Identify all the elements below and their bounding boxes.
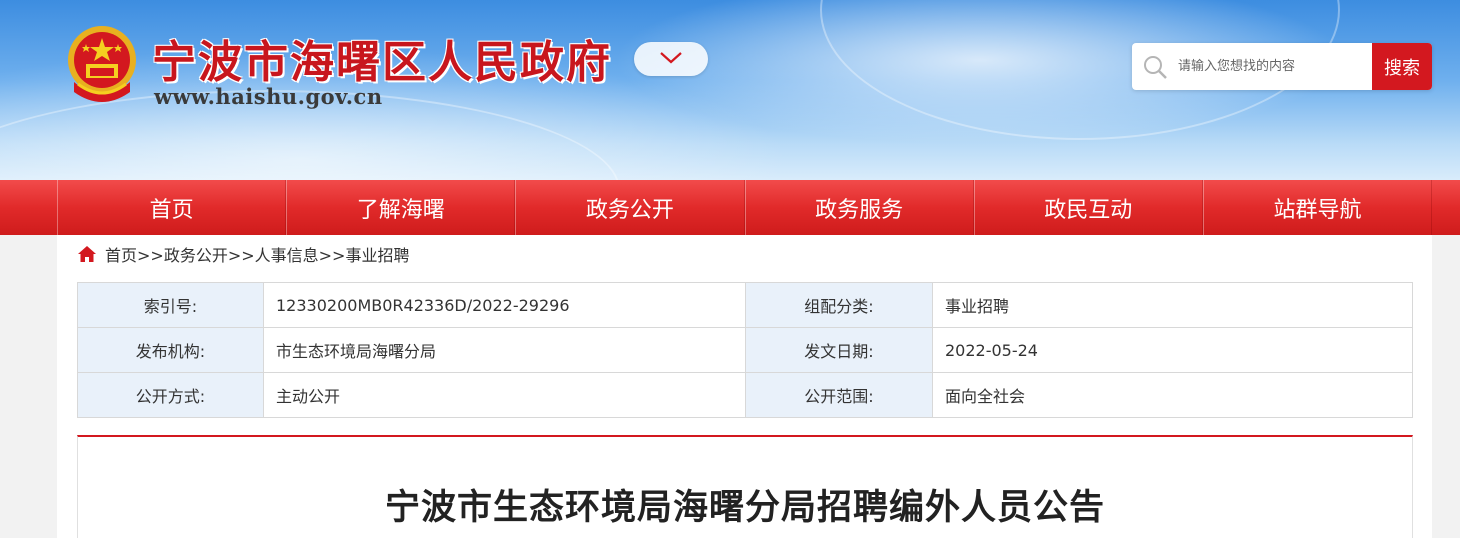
header-banner: 宁波市海曙区人民政府 www.haishu.gov.cn 搜索 — [0, 0, 1460, 180]
table-row: 索引号: 12330200MB0R42336D/2022-29296 组配分类:… — [77, 282, 1413, 328]
table-row: 公开方式: 主动公开 公开范围: 面向全社会 — [77, 372, 1413, 418]
info-label: 公开范围: — [745, 372, 933, 418]
content-panel: 首页>>政务公开>>人事信息>>事业招聘 索引号: 12330200MB0R42… — [57, 235, 1432, 538]
national-emblem-icon[interactable] — [64, 22, 140, 106]
info-value: 主动公开 — [263, 372, 746, 418]
main-nav: 首页 了解海曙 政务公开 政务服务 政民互动 站群导航 — [0, 180, 1460, 235]
info-label: 公开方式: — [77, 372, 264, 418]
nav-item-about[interactable]: 了解海曙 — [286, 180, 516, 235]
info-label: 发文日期: — [745, 327, 933, 373]
nav-item-gov-affairs[interactable]: 政务公开 — [515, 180, 745, 235]
search-icon — [1132, 43, 1178, 90]
info-label: 发布机构: — [77, 327, 264, 373]
search-input[interactable] — [1178, 43, 1372, 90]
info-table: 索引号: 12330200MB0R42336D/2022-29296 组配分类:… — [77, 282, 1413, 418]
site-dropdown-button[interactable] — [634, 42, 708, 76]
home-icon[interactable] — [77, 245, 97, 263]
nav-item-interaction[interactable]: 政民互动 — [973, 180, 1203, 235]
nav-item-gov-services[interactable]: 政务服务 — [744, 180, 974, 235]
nav-item-home[interactable]: 首页 — [57, 180, 287, 235]
site-title[interactable]: 宁波市海曙区人民政府 — [152, 26, 612, 90]
search-button[interactable]: 搜索 — [1372, 43, 1432, 90]
info-label: 组配分类: — [745, 282, 933, 328]
table-row: 发布机构: 市生态环境局海曙分局 发文日期: 2022-05-24 — [77, 327, 1413, 373]
nav-item-site-group[interactable]: 站群导航 — [1202, 180, 1433, 235]
info-value: 市生态环境局海曙分局 — [263, 327, 746, 373]
chevron-down-icon — [659, 50, 683, 69]
article: 宁波市生态环境局海曙分局招聘编外人员公告 — [77, 435, 1413, 538]
info-value: 2022-05-24 — [932, 327, 1413, 373]
breadcrumb: 首页>>政务公开>>人事信息>>事业招聘 — [77, 243, 409, 265]
site-url[interactable]: www.haishu.gov.cn — [154, 84, 383, 109]
info-value: 12330200MB0R42336D/2022-29296 — [263, 282, 746, 328]
info-value: 面向全社会 — [932, 372, 1413, 418]
article-title: 宁波市生态环境局海曙分局招聘编外人员公告 — [384, 488, 1105, 528]
search-box: 搜索 — [1132, 43, 1432, 90]
breadcrumb-text[interactable]: 首页>>政务公开>>人事信息>>事业招聘 — [105, 242, 409, 266]
info-value: 事业招聘 — [932, 282, 1413, 328]
info-label: 索引号: — [77, 282, 264, 328]
